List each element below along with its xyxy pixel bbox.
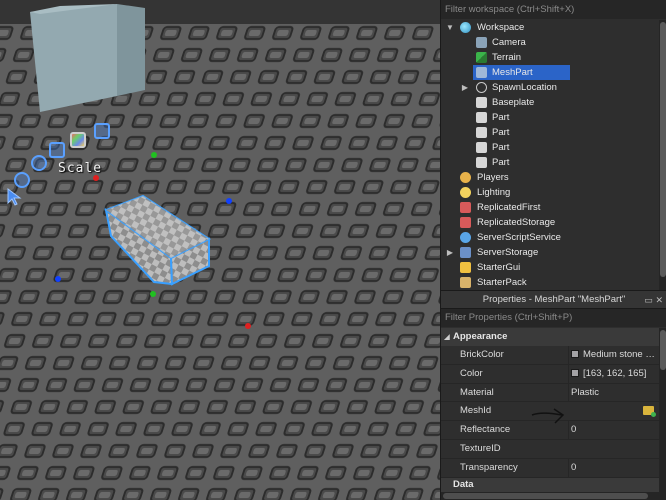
meshpart-icon (476, 67, 487, 78)
players-icon (460, 172, 471, 183)
tree-item-terrain[interactable]: Terrain (441, 50, 666, 65)
workspace-globe-icon (460, 22, 471, 33)
chevron-right-icon[interactable]: ▶ (445, 245, 455, 260)
tree-item-part[interactable]: Part (441, 125, 666, 140)
color-tool-icon[interactable] (94, 123, 110, 139)
chevron-down-icon[interactable]: ▼ (445, 20, 455, 35)
scale-handle-green-2 (150, 291, 156, 297)
tree-item-spawnlocation[interactable]: ▶ SpawnLocation (441, 80, 666, 95)
close-icon[interactable]: ✕ (655, 295, 663, 305)
studio-window: Scale Filter workspace (Ctrl+Shift+X) ▼ … (0, 0, 666, 500)
tree-item-serverscriptservice[interactable]: ServerScriptService (441, 230, 666, 245)
collapse-triangle-icon[interactable]: ◢ (441, 329, 453, 347)
tree-item-lighting[interactable]: Lighting (441, 185, 666, 200)
tree-item-baseplate[interactable]: Baseplate (441, 95, 666, 110)
tree-item-replicatedstorage[interactable]: ReplicatedStorage (441, 215, 666, 230)
rotate-tool-icon[interactable] (31, 155, 47, 171)
spawn-location-icon (476, 82, 487, 93)
tree-item-replicatedfirst[interactable]: ReplicatedFirst (441, 200, 666, 215)
explorer-filter-input[interactable]: Filter workspace (Ctrl+Shift+X) (441, 0, 666, 19)
properties-horizontal-scrollbar[interactable] (441, 492, 666, 500)
tree-item-part[interactable]: Part (441, 155, 666, 170)
part-icon (476, 142, 487, 153)
server-script-service-icon (460, 232, 471, 243)
tree-item-startergui[interactable]: StarterGui (441, 260, 666, 275)
properties-scrollbar[interactable] (659, 328, 666, 492)
select-tool-icon[interactable] (7, 188, 23, 206)
move-tool-icon[interactable] (14, 172, 30, 188)
appearance-section-header[interactable]: ◢ Appearance (441, 328, 659, 346)
part-icon (476, 127, 487, 138)
material-tool-icon[interactable] (70, 132, 86, 148)
data-section-header[interactable]: Data (441, 478, 659, 492)
properties-title: Properties - MeshPart "MeshPart" ▭ ✕ (441, 290, 666, 309)
scale-handle-blue-2 (55, 276, 61, 282)
color-swatch (571, 350, 579, 358)
tree-item-part[interactable]: Part (441, 140, 666, 155)
explorer-panel: Filter workspace (Ctrl+Shift+X) ▼ Worksp… (441, 0, 666, 290)
import-folder-icon[interactable] (643, 406, 656, 418)
tree-item-serverstorage[interactable]: ▶ ServerStorage (441, 245, 666, 260)
3d-viewport[interactable]: Scale (0, 0, 440, 500)
scale-tool-icon[interactable] (49, 142, 65, 158)
part-icon (476, 157, 487, 168)
terrain-icon (476, 52, 487, 63)
properties-filter-input[interactable]: Filter Properties (Ctrl+Shift+P) (441, 309, 666, 327)
server-storage-icon (460, 247, 471, 258)
annotation-arrow-icon (531, 408, 565, 424)
property-row-brickcolor[interactable]: BrickColor Medium stone grey (441, 346, 659, 365)
replicated-storage-icon (460, 217, 471, 228)
explorer-tree: ▼ Workspace Camera Terrain MeshPart ▶ Sp… (441, 20, 666, 290)
part-icon (476, 112, 487, 123)
property-row-textureid[interactable]: TextureID (441, 440, 659, 459)
float-window-icon[interactable]: ▭ (644, 295, 653, 305)
property-row-color[interactable]: Color [163, 162, 165] (441, 364, 659, 384)
tree-item-part[interactable]: Part (441, 110, 666, 125)
scale-handle-blue (226, 198, 232, 204)
color-swatch (571, 368, 579, 377)
tree-item-starterpack[interactable]: StarterPack (441, 275, 666, 290)
replicated-first-icon (460, 202, 471, 213)
property-row-transparency[interactable]: Transparency 0 (441, 458, 659, 478)
part-icon (476, 97, 487, 108)
explorer-scrollbar-thumb[interactable] (660, 22, 666, 277)
properties-panel: Properties - MeshPart "MeshPart" ▭ ✕ Fil… (441, 290, 666, 500)
tree-item-meshpart[interactable]: MeshPart (441, 65, 666, 80)
scale-tool-label: Scale (58, 161, 103, 176)
starter-gui-icon (460, 262, 471, 273)
scale-handle-red-2 (245, 323, 251, 329)
properties-scrollbar-thumb[interactable] (660, 330, 666, 370)
explorer-scrollbar[interactable] (659, 20, 666, 290)
baseplate-scene (0, 0, 440, 500)
tree-item-workspace[interactable]: ▼ Workspace (441, 20, 666, 35)
tree-item-camera[interactable]: Camera (441, 35, 666, 50)
camera-icon (476, 37, 487, 48)
tree-item-players[interactable]: Players (441, 170, 666, 185)
properties-horizontal-scrollbar-thumb[interactable] (443, 493, 648, 499)
scale-handle-green (151, 152, 157, 158)
lighting-bulb-icon (460, 187, 471, 198)
property-row-material[interactable]: Material Plastic (441, 383, 659, 403)
chevron-right-icon[interactable]: ▶ (460, 80, 470, 95)
starter-pack-icon (460, 277, 471, 288)
